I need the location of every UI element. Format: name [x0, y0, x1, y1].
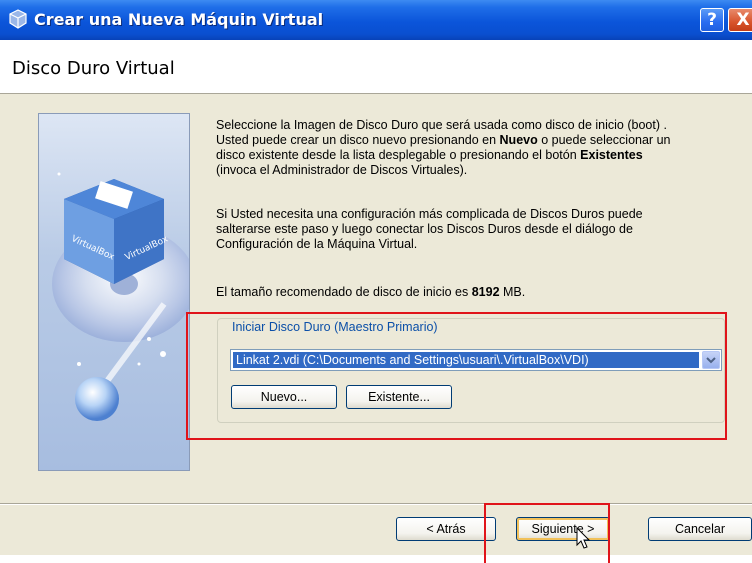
virtualbox-illustration: VirtualBox VirtualBox — [38, 113, 190, 471]
advanced-line-1: Si Usted necesita una configuración más … — [216, 207, 643, 221]
close-button[interactable]: X — [728, 8, 752, 32]
recommended-size-text: El tamaño recomendado de disco de inicio… — [216, 285, 526, 299]
intro-line-1: Seleccione la Imagen de Disco Duro que s… — [216, 118, 667, 132]
title-bar[interactable]: Crear una Nueva Máquin Virtual ? X — [0, 0, 752, 40]
window-title: Crear una Nueva Máquin Virtual — [34, 10, 324, 29]
page-title: Disco Duro Virtual — [12, 58, 175, 79]
wizard-header: Disco Duro Virtual — [0, 40, 752, 94]
nuevo-emphasis: Nuevo — [499, 133, 538, 147]
back-button[interactable]: < Atrás — [396, 517, 496, 541]
recommended-size-value: 8192 — [471, 285, 500, 299]
disk-selection-highlight — [186, 312, 727, 440]
cancel-button[interactable]: Cancelar — [648, 517, 752, 541]
footer-separator — [0, 503, 752, 505]
intro-line-2: Usted puede crear un disco nuevo presion… — [216, 133, 671, 147]
existentes-emphasis: Existentes — [580, 148, 643, 162]
advanced-line-3: Configuración de la Máquina Virtual. — [216, 237, 418, 251]
wizard-window: Crear una Nueva Máquin Virtual ? X Disco… — [0, 0, 752, 555]
virtualbox-app-icon — [9, 9, 27, 29]
help-button[interactable]: ? — [700, 8, 724, 32]
advanced-line-2: salterarse este paso y luego conectar lo… — [216, 222, 633, 236]
mouse-cursor-icon — [576, 527, 591, 549]
advanced-paragraph: Si Usted necesita una configuración más … — [216, 207, 736, 252]
intro-paragraph: Seleccione la Imagen de Disco Duro que s… — [216, 118, 736, 178]
intro-line-3: disco existente desde la lista desplegab… — [216, 148, 643, 162]
virtualbox-logo-image: VirtualBox VirtualBox — [52, 172, 189, 421]
intro-line-4: (invoca el Administrador de Discos Virtu… — [216, 163, 468, 177]
